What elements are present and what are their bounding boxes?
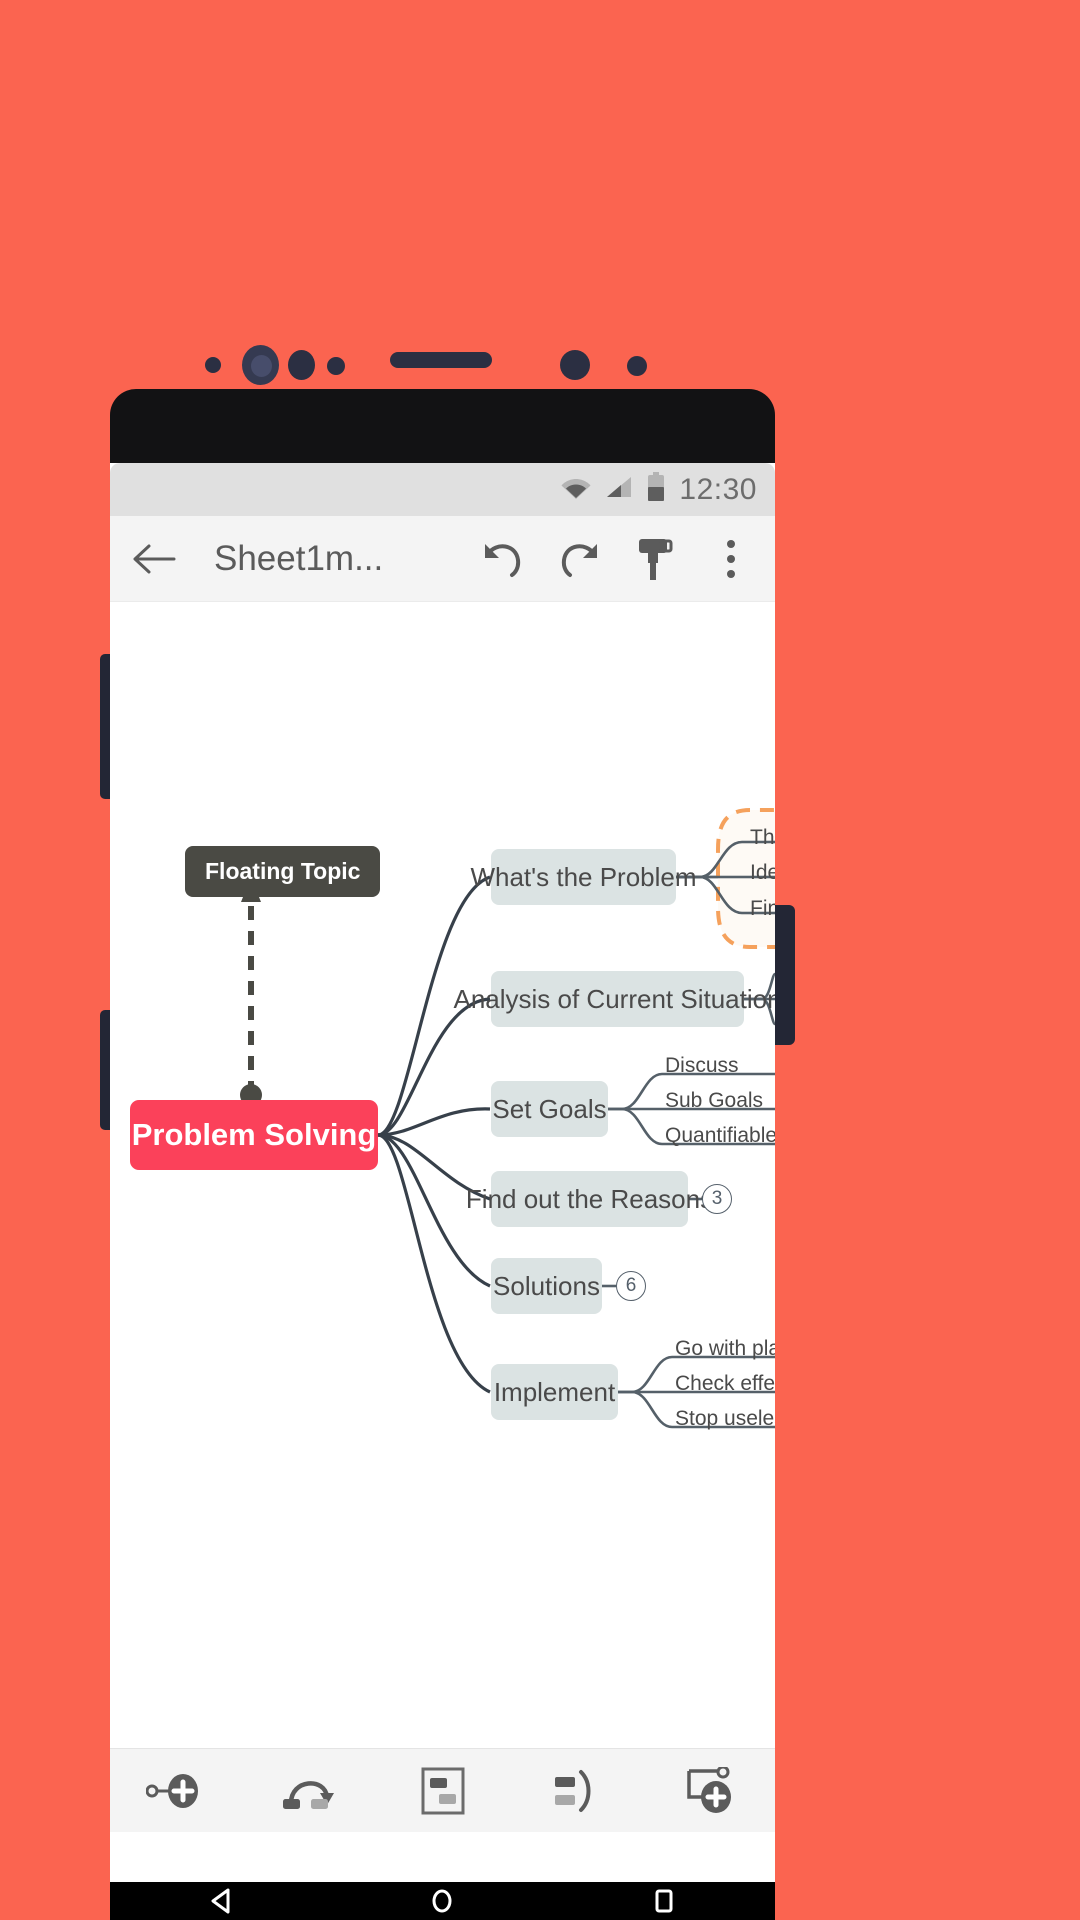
android-nav-bar [110, 1882, 775, 1920]
mindmap-branch-node-0[interactable]: What's the Problem [470, 849, 697, 905]
front-camera-lens [251, 355, 272, 377]
subtopic-5-0[interactable]: Go with plans [675, 1337, 775, 1361]
wifi-icon [561, 475, 591, 504]
mindmap-floating-node[interactable]: Floating Topic [185, 846, 381, 897]
subtopic-0-2[interactable]: Fin [750, 897, 775, 921]
mindmap-canvas[interactable]: Problem Solving Floating Topic What's th… [110, 602, 775, 1748]
redo-icon[interactable] [553, 533, 605, 585]
subtopic-2-1[interactable]: Sub Goals [665, 1089, 763, 1113]
mindmap-root-node[interactable]: Problem Solving [130, 1100, 378, 1170]
boundary-icon[interactable] [399, 1760, 487, 1822]
branch-node-label: What's the Problem [470, 861, 697, 892]
back-arrow-icon[interactable] [128, 533, 180, 585]
branch-badge-label: 6 [625, 1275, 637, 1296]
mindmap-branch-node-4[interactable]: Solutions [491, 1258, 602, 1314]
branch-badge-label: 3 [711, 1188, 723, 1209]
sensor-dot-2 [288, 350, 315, 380]
branch-node-label: Set Goals [492, 1093, 607, 1124]
phone-sensor-row [110, 345, 775, 463]
format-painter-icon[interactable] [629, 533, 681, 585]
home-circle-icon[interactable] [412, 1882, 472, 1920]
battery-icon [647, 472, 665, 507]
mindmap-branch-node-2[interactable]: Set Goals [491, 1081, 608, 1137]
subtopic-5-2[interactable]: Stop useless so [675, 1407, 775, 1431]
branch-node-label: Solutions [493, 1270, 600, 1301]
earpiece-speaker [390, 352, 492, 368]
sensor-dot-5 [627, 356, 647, 376]
add-floating-topic-icon[interactable] [665, 1760, 753, 1822]
status-time: 12:30 [679, 472, 757, 506]
relationship-icon[interactable] [266, 1760, 354, 1822]
signal-icon [605, 475, 633, 504]
branch-node-label: Analysis of Current Situation [453, 983, 775, 1014]
subtopic-2-2[interactable]: Quantifiable targe [665, 1124, 775, 1148]
undo-icon[interactable] [477, 533, 529, 585]
branch-badge-3[interactable]: 3 [702, 1184, 732, 1214]
page-title[interactable]: Sheet1m... [214, 539, 453, 579]
mindmap-bottom-toolbar [110, 1748, 775, 1832]
subtopic-0-0[interactable]: Th [750, 826, 775, 850]
branch-node-label: Implement [493, 1376, 616, 1407]
sensor-dot-3 [327, 357, 345, 375]
subtopic-5-1[interactable]: Check effect of [675, 1372, 775, 1396]
mindmap-branch-node-5[interactable]: Implement [491, 1364, 618, 1420]
recents-square-icon[interactable] [634, 1882, 694, 1920]
power-button[interactable] [773, 905, 795, 1045]
branch-badge-4[interactable]: 6 [616, 1271, 646, 1301]
mindmap-branch-node-1[interactable]: Analysis of Current Situation [453, 971, 775, 1027]
floating-node-label: Floating Topic [205, 858, 361, 884]
more-vertical-icon[interactable] [705, 533, 757, 585]
root-node-label: Problem Solving [131, 1117, 377, 1152]
sensor-dot-4 [560, 350, 590, 380]
back-triangle-icon[interactable] [191, 1882, 251, 1920]
add-sibling-topic-icon[interactable] [133, 1760, 221, 1822]
app-toolbar: Sheet1m... [110, 516, 775, 602]
phone-screen: 12:30 Sheet1m... Problem Solving Floatin… [110, 463, 775, 1882]
mindmap-branch-node-3[interactable]: Find out the Reasons [466, 1171, 713, 1227]
status-bar: 12:30 [110, 463, 775, 516]
summary-icon[interactable] [532, 1760, 620, 1822]
sensor-dot-1 [205, 357, 221, 373]
subtopic-0-1[interactable]: Ide [750, 861, 775, 885]
subtopic-2-0[interactable]: Discuss [665, 1054, 739, 1078]
branch-node-label: Find out the Reasons [465, 1183, 714, 1214]
